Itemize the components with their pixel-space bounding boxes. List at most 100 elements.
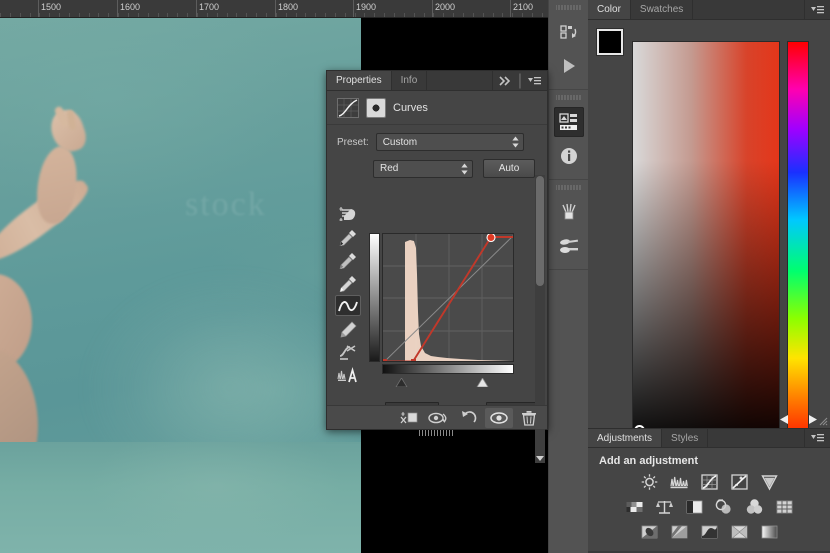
reset-adjustment-button[interactable]	[455, 408, 483, 428]
toggle-layer-visibility-button[interactable]	[485, 407, 513, 428]
selective-color-icon[interactable]	[728, 522, 750, 542]
color-field[interactable]	[632, 41, 780, 438]
graph-grid	[383, 234, 513, 361]
adjustments-panel[interactable]: Adjustments Styles Add an adjustment	[588, 428, 830, 553]
auto-button[interactable]: Auto	[483, 159, 535, 178]
dock-grip-icon[interactable]	[555, 184, 582, 191]
horizontal-ruler[interactable]: 15001600170018001900200021002200230	[0, 0, 548, 18]
photoshop-window: 15001600170018001900200021002200230 stoc…	[0, 0, 830, 553]
hue-saturation-icon[interactable]	[623, 497, 645, 517]
panel-resize-corner-icon[interactable]	[819, 417, 828, 426]
layer-mask-thumbnail[interactable]	[366, 98, 386, 118]
channel-value: Red	[380, 163, 399, 174]
photo-filter-icon[interactable]	[713, 497, 735, 517]
curves-icon[interactable]	[698, 472, 720, 492]
adjustment-title: Curves	[393, 102, 428, 114]
color-lookup-icon[interactable]	[773, 497, 795, 517]
foreground-color-swatch[interactable]	[597, 29, 623, 55]
smooth-curve-tool[interactable]	[335, 341, 361, 362]
ruler-minor-tick	[89, 13, 90, 17]
hand-pointer-icon	[339, 206, 356, 221]
scroll-down-arrow-icon[interactable]	[536, 454, 544, 462]
color-panel[interactable]: Color Swatches	[588, 0, 830, 438]
mini-bridge-panel-button[interactable]	[553, 107, 584, 137]
hue-slider[interactable]	[787, 41, 809, 438]
ruler-minor-tick	[335, 13, 336, 17]
channel-mixer-icon[interactable]	[743, 497, 765, 517]
info-icon	[560, 148, 577, 164]
ruler-minor-tick	[177, 13, 178, 17]
levels-icon[interactable]	[668, 472, 690, 492]
ruler-minor-tick	[39, 13, 40, 17]
document-image-lower[interactable]	[0, 442, 361, 553]
tab-bar-spacer	[427, 71, 493, 90]
gradient-map-icon[interactable]	[758, 522, 780, 542]
tab-info[interactable]: Info	[391, 71, 428, 90]
ruler-minor-tick	[217, 13, 218, 17]
vibrance-icon[interactable]	[758, 472, 780, 492]
ruler-minor-tick	[108, 13, 109, 17]
ruler-minor-tick	[207, 13, 208, 17]
ruler-minor-tick	[374, 13, 375, 17]
vertical-tone-gradient	[369, 233, 380, 362]
actions-panel-button[interactable]	[554, 51, 584, 81]
tab-color[interactable]: Color	[588, 0, 631, 19]
document-image[interactable]: stock	[0, 18, 361, 442]
ruler-minor-tick	[433, 13, 434, 17]
white-point-slider[interactable]	[476, 374, 489, 388]
foreground-background-swatches	[597, 29, 637, 69]
dock-grip-icon[interactable]	[555, 4, 582, 11]
sample-black-point-tool[interactable]	[335, 226, 361, 247]
scrollbar-thumb[interactable]	[536, 176, 544, 286]
ruler-minor-tick	[20, 13, 21, 17]
horizontal-tone-gradient	[382, 364, 514, 374]
panel-resize-grip[interactable]	[419, 430, 455, 436]
expand-panels-icon[interactable]	[499, 75, 512, 86]
eyedropper-black-icon	[339, 229, 356, 246]
brightness-contrast-icon[interactable]	[638, 472, 660, 492]
on-image-adjust-tool[interactable]	[335, 203, 361, 224]
ruler-minor-tick	[493, 13, 494, 17]
auto-options-tool[interactable]	[335, 364, 361, 385]
ruler-minor-tick	[502, 13, 503, 17]
panel-menu-icon[interactable]	[811, 5, 824, 15]
ruler-label: 2000	[435, 2, 456, 12]
curves-layer-thumbnail[interactable]	[337, 98, 359, 118]
dock-grip-icon[interactable]	[555, 94, 582, 101]
sample-gray-point-tool[interactable]	[335, 249, 361, 270]
brush-presets-icon	[559, 239, 578, 253]
delete-adjustment-layer-button[interactable]	[515, 408, 543, 428]
color-balance-icon[interactable]	[653, 497, 675, 517]
dock-group-history	[549, 0, 588, 90]
tab-adjustments[interactable]: Adjustments	[588, 429, 663, 447]
tab-styles[interactable]: Styles	[662, 429, 709, 447]
brush-panel-button[interactable]	[554, 197, 584, 227]
panel-menu-icon[interactable]	[528, 76, 541, 86]
tab-swatches[interactable]: Swatches	[630, 0, 694, 19]
draw-curve-pencil-tool[interactable]	[335, 318, 361, 339]
black-white-icon[interactable]	[683, 497, 705, 517]
threshold-icon[interactable]	[698, 522, 720, 542]
ruler-minor-tick	[345, 13, 346, 17]
curves-graph[interactable]	[382, 233, 514, 362]
tab-properties[interactable]: Properties	[327, 71, 392, 90]
ruler-minor-tick	[10, 13, 11, 17]
exposure-icon[interactable]	[728, 472, 750, 492]
panel-menu-icon[interactable]	[811, 433, 824, 443]
adjustments-tab-controls	[805, 429, 830, 447]
preset-select[interactable]: Custom	[375, 133, 524, 151]
invert-icon[interactable]	[638, 522, 660, 542]
history-panel-button[interactable]	[554, 17, 584, 47]
info-panel-button[interactable]	[554, 141, 584, 171]
edit-points-curve-tool[interactable]	[335, 295, 361, 316]
sample-white-point-tool[interactable]	[335, 272, 361, 293]
ruler-minor-tick	[118, 13, 119, 17]
properties-panel[interactable]: Properties Info | Curves Preset: Custom …	[326, 70, 548, 463]
swimmer-torso	[0, 348, 38, 442]
view-previous-state-button[interactable]	[425, 408, 453, 428]
posterize-icon[interactable]	[668, 522, 690, 542]
channel-select[interactable]: Red	[373, 159, 473, 178]
clip-to-layer-button[interactable]	[395, 408, 423, 428]
black-point-slider[interactable]	[395, 374, 408, 388]
brush-presets-panel-button[interactable]	[554, 231, 584, 261]
